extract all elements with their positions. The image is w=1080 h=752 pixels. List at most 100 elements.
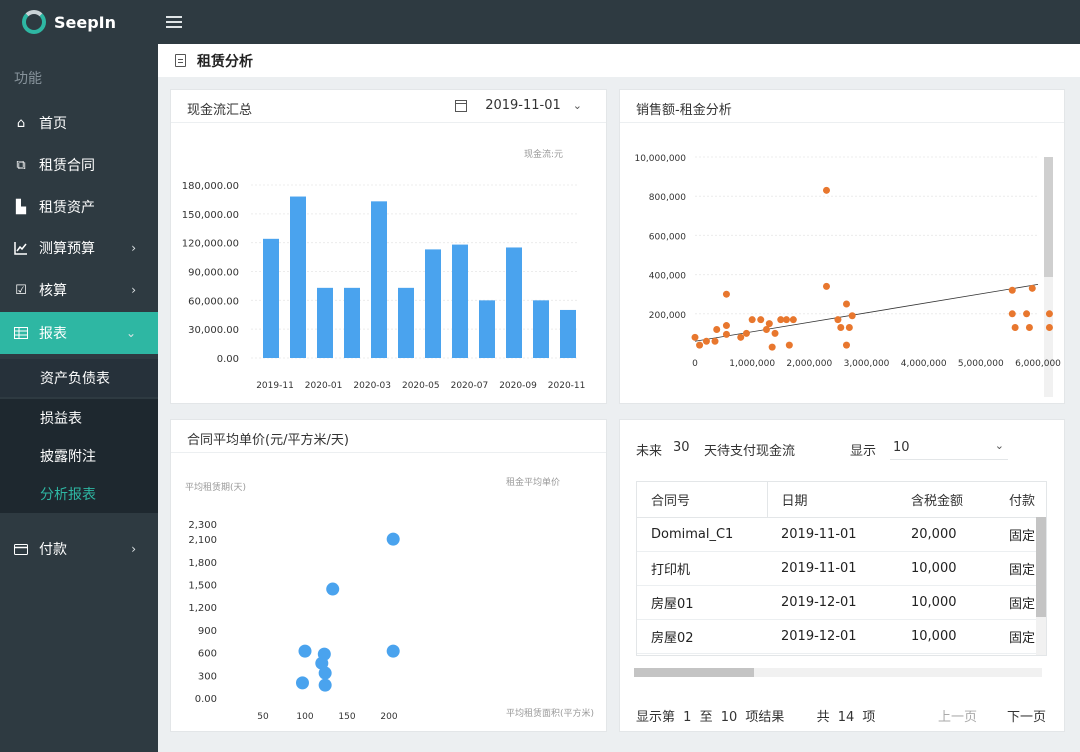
- scatter-point: [1023, 310, 1031, 318]
- scatter-point: [1045, 324, 1053, 332]
- sidebar-item-assets[interactable]: ▙ 租赁资产: [0, 186, 158, 228]
- chevron-down-icon: ⌄: [125, 326, 136, 340]
- sidebar-item-label: 核算: [39, 283, 67, 299]
- x-tick-label: 3,000,000: [844, 359, 890, 369]
- table-row[interactable]: Domimal_C1 2019-11-01 20,000 固定: [637, 517, 1046, 552]
- scatter-point: [789, 316, 797, 324]
- scatter-point: [748, 316, 756, 324]
- summary-from: 1: [683, 710, 692, 725]
- scatter-point: [771, 329, 779, 337]
- payables-table-wrap: 合同号 日期 含税金额 付款 Domimal_C1 2019-11-01 20,…: [636, 481, 1047, 656]
- table-vscroll-track[interactable]: [1036, 517, 1046, 655]
- logo[interactable]: SeepIn: [22, 10, 116, 34]
- unit-price-card: 合同平均单价(元/平方米/天) 平均租赁期(天) 租金平均单价 平均租赁面积(平…: [170, 419, 607, 732]
- x-tick-label: 2,000,000: [786, 359, 832, 369]
- y-tick-label: 1,800: [188, 558, 217, 569]
- bar: [452, 244, 468, 358]
- bar: [263, 238, 279, 358]
- scatter-point: [702, 337, 710, 345]
- sales-rent-scatter-chart: 200,000 400,000 600,000 800,000 10,000,000 0 1…: [634, 154, 1061, 397]
- next-page-button[interactable]: 下一页: [1007, 706, 1046, 725]
- table-row[interactable]: 房屋01 2019-12-01 10,000 固定: [637, 585, 1046, 620]
- bar: [479, 300, 495, 358]
- y-tick-label: 2,100: [188, 535, 217, 546]
- table-cell: 10,000: [897, 551, 995, 586]
- bar: [506, 247, 522, 358]
- table-cell: 2019-11-01: [767, 551, 897, 586]
- scatter-bubble: [317, 647, 331, 661]
- sidebar-item-accounting[interactable]: ☑ 核算 ›: [0, 269, 158, 311]
- y-tick-label: 200,000: [649, 311, 686, 321]
- prev-page-button[interactable]: 上一页: [938, 706, 977, 725]
- x-tick-label: 5,000,000: [958, 359, 1004, 369]
- sidebar-item-reports[interactable]: 报表 ⌄: [0, 312, 158, 354]
- y-tick-label: 2,300: [188, 520, 217, 531]
- days-input[interactable]: 30: [673, 440, 690, 455]
- chevron-right-icon: ›: [131, 542, 136, 556]
- bar: [533, 300, 549, 358]
- sidebar-item-contracts[interactable]: ⧉ 租赁合同: [0, 144, 158, 186]
- date-picker[interactable]: 2019-11-01 ⌄: [455, 98, 582, 113]
- table-cell: 10,000: [897, 585, 995, 620]
- sidebar-item-budget[interactable]: 测算预算 ›: [0, 227, 158, 269]
- table-hscroll-thumb[interactable]: [634, 668, 754, 677]
- contract-icon: ⧉: [16, 157, 26, 173]
- scatter-point: [845, 324, 853, 332]
- table-cell: 房屋02: [637, 619, 767, 654]
- summary-text: 项结果: [745, 710, 785, 725]
- table-cell: 2019-12-01: [767, 585, 897, 620]
- sidebar-item-label: 测算预算: [39, 241, 95, 257]
- home-icon: ⌂: [16, 115, 26, 131]
- column-header[interactable]: 付款: [995, 482, 1046, 518]
- scatter-point: [711, 337, 719, 345]
- table-cell: 2019-11-01: [767, 517, 897, 552]
- top-bar: SeepIn: [0, 0, 1080, 44]
- scatter-point: [834, 316, 842, 324]
- bar: [398, 287, 414, 358]
- scatter-point: [722, 290, 730, 298]
- table-row[interactable]: 房屋02 2019-12-01 10,000 固定: [637, 619, 1046, 654]
- line-chart-icon: [14, 241, 28, 255]
- page-size-select[interactable]: 10 ⌄: [890, 434, 1008, 460]
- menu-toggle-icon[interactable]: [166, 13, 182, 31]
- scatter-point: [1008, 286, 1016, 294]
- subitem-label: 资产负债表: [40, 371, 110, 387]
- bar: [560, 309, 576, 358]
- scatter-bubble: [298, 644, 312, 658]
- summary-text: 显示第: [636, 710, 676, 725]
- table-row[interactable]: 打印机 2019-11-01 10,000 固定: [637, 551, 1046, 586]
- scatter-point: [842, 300, 850, 308]
- building-icon: ▙: [16, 199, 26, 215]
- show-label: 显示: [850, 444, 877, 459]
- card-icon: [14, 542, 28, 556]
- sidebar-subitem-disclosure[interactable]: 披露附注: [0, 437, 158, 475]
- sidebar-subitem-analysis[interactable]: 分析报表: [0, 475, 158, 513]
- payables-card: 未来 30 天待支付现金流 显示 10 ⌄ 合同号 日期 含税金额 付款 Dom…: [619, 419, 1065, 732]
- sidebar-item-payment[interactable]: 付款 ›: [0, 528, 158, 570]
- logo-ring-icon: [22, 10, 46, 34]
- y-tick-label: 400,000: [649, 272, 686, 282]
- table-vscroll-thumb[interactable]: [1036, 517, 1046, 617]
- column-header[interactable]: 日期: [767, 482, 897, 518]
- scatter-point: [765, 320, 773, 328]
- card-title: 合同平均单价(元/平方米/天): [187, 433, 349, 448]
- scatter-point: [757, 316, 765, 324]
- total-text: 项: [862, 710, 876, 725]
- sidebar-subitem-income[interactable]: 损益表: [0, 399, 158, 437]
- y-tick-label: 0.00: [217, 354, 239, 365]
- chevron-down-icon: ⌄: [572, 99, 582, 112]
- scatter-point: [737, 333, 745, 341]
- sidebar-item-home[interactable]: ⌂ 首页: [0, 102, 158, 144]
- date-value: 2019-11-01: [485, 98, 561, 113]
- chart-scrollbar-thumb[interactable]: [1044, 157, 1053, 277]
- x-tick-label: 6,000,000: [1015, 359, 1061, 369]
- column-header[interactable]: 含税金额: [897, 482, 995, 518]
- table-cell: 房屋01: [637, 585, 767, 620]
- scatter-point: [1025, 324, 1033, 332]
- scatter-point: [713, 325, 721, 333]
- column-header[interactable]: 合同号: [637, 482, 768, 518]
- scatter-point: [691, 333, 699, 341]
- y-tick-label: 180,000.00: [182, 181, 239, 192]
- table-hscroll-track[interactable]: [634, 668, 1042, 677]
- sidebar-subitem-balance-sheet[interactable]: 资产负债表: [0, 359, 158, 397]
